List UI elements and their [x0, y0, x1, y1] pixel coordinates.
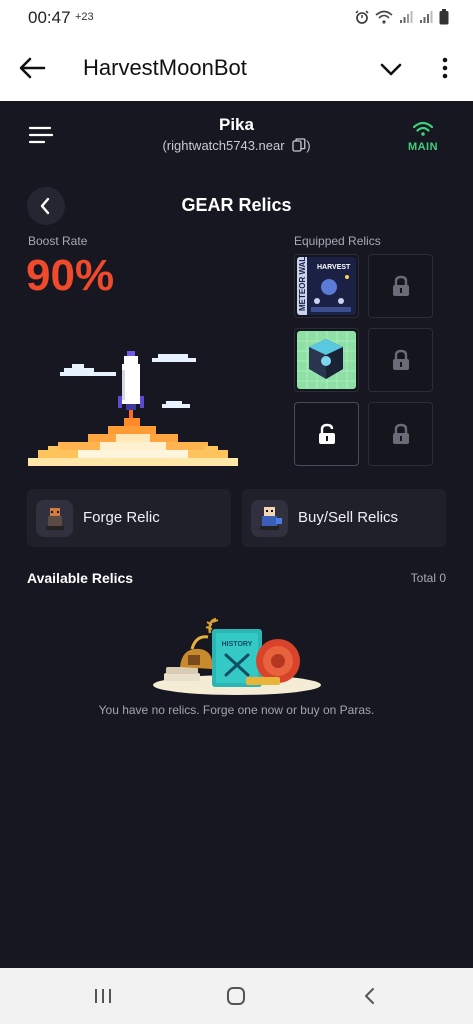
boost-rate-label: Boost Rate	[28, 234, 88, 248]
gear-cube-relic-image	[297, 331, 356, 389]
lock-icon	[393, 423, 409, 444]
wifi-icon	[375, 10, 393, 24]
buy-sell-relics-label: Buy/Sell Relics	[298, 509, 399, 526]
card-side-text: METEOR WALLET	[298, 257, 307, 311]
lock-icon	[393, 349, 409, 370]
account-id-close: )	[306, 138, 311, 153]
relic-slot-6[interactable]	[368, 402, 433, 466]
buy-sell-relics-button[interactable]: Buy/Sell Relics	[242, 489, 446, 547]
unlock-icon	[319, 423, 335, 444]
forge-relic-button[interactable]: Forge Relic	[27, 489, 231, 547]
recents-icon[interactable]	[93, 986, 113, 1006]
signal-icon	[400, 11, 413, 23]
relics-app: Pika (rightwatch5743.near ) MAIN GEAR Re…	[0, 101, 473, 968]
alarm-icon	[355, 10, 369, 24]
copy-icon[interactable]	[292, 138, 306, 152]
account-id-text: (rightwatch5743.near	[162, 138, 285, 153]
network-label: MAIN	[407, 141, 439, 153]
status-icons	[355, 9, 449, 25]
wifi-icon	[412, 121, 434, 136]
relic-slot-3[interactable]	[294, 328, 359, 392]
relic-slot-4[interactable]	[368, 328, 433, 392]
chevron-down-icon[interactable]	[378, 58, 404, 80]
status-time: 00:47	[28, 8, 71, 27]
relic-slot-1[interactable]: METEOR WALLET HARVEST	[294, 254, 359, 318]
market-character-icon	[251, 500, 288, 537]
available-relics-title: Available Relics	[27, 570, 134, 586]
meteor-wallet-relic-image: METEOR WALLET HARVEST	[297, 257, 356, 315]
nav-back-icon[interactable]	[360, 986, 380, 1006]
chat-title: HarvestMoonBot	[83, 55, 247, 80]
signal-icon	[420, 11, 433, 23]
back-arrow-icon[interactable]	[18, 56, 46, 80]
network-indicator[interactable]: MAIN	[402, 121, 444, 153]
relic-slot-5[interactable]	[294, 402, 359, 466]
status-bar: 00:47 +23	[0, 0, 473, 36]
available-relics-total: Total 0	[410, 571, 446, 585]
battery-icon	[439, 9, 449, 25]
card-top-text: HARVEST	[317, 264, 351, 271]
empty-state-message: You have no relics. Forge one now or buy…	[98, 703, 375, 717]
forge-relic-label: Forge Relic	[83, 509, 160, 526]
rocket-launch-illustration	[28, 351, 238, 466]
app-bar: HarvestMoonBot	[0, 36, 473, 101]
more-vert-icon[interactable]	[436, 56, 454, 80]
forge-character-icon	[36, 500, 73, 537]
boost-rate-value: 90%	[26, 251, 115, 300]
status-notification-count: +23	[75, 11, 94, 23]
equipped-relics-label: Equipped Relics	[294, 234, 381, 248]
page-title: GEAR Relics	[181, 195, 292, 215]
relic-slot-2[interactable]	[368, 254, 433, 318]
history-book-label: HISTORY	[222, 641, 253, 648]
system-nav-bar	[0, 968, 473, 1024]
home-icon[interactable]	[226, 986, 246, 1006]
empty-relics-illustration: HISTORY	[153, 617, 321, 695]
lock-icon	[393, 275, 409, 296]
